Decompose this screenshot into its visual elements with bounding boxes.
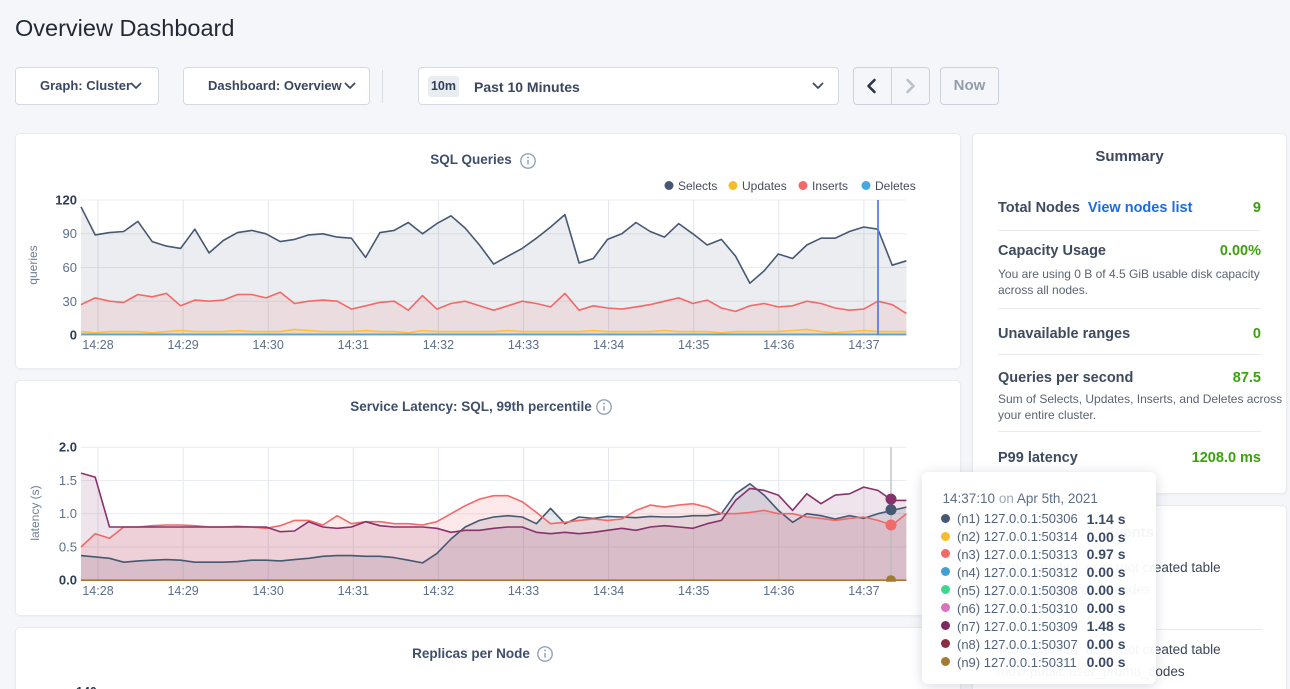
svg-text:14:32: 14:32 <box>423 338 454 352</box>
svg-text:14:31: 14:31 <box>338 584 369 598</box>
svg-text:120: 120 <box>55 193 77 208</box>
svg-text:14:35: 14:35 <box>678 338 709 352</box>
svg-text:14:37: 14:37 <box>848 338 879 352</box>
svg-text:Deletes: Deletes <box>875 179 916 193</box>
svg-text:60: 60 <box>63 260 77 275</box>
svg-text:latency (s): latency (s) <box>28 485 42 540</box>
svg-text:14:36: 14:36 <box>763 338 794 352</box>
svg-text:14:28: 14:28 <box>82 338 113 352</box>
svg-text:14:29: 14:29 <box>167 338 198 352</box>
svg-text:Updates: Updates <box>742 179 787 193</box>
svg-text:queries: queries <box>26 245 40 284</box>
svg-text:Selects: Selects <box>678 179 717 193</box>
svg-text:14:36: 14:36 <box>763 584 794 598</box>
svg-text:30: 30 <box>63 294 77 309</box>
svg-text:14:34: 14:34 <box>593 338 624 352</box>
svg-text:14:30: 14:30 <box>253 338 284 352</box>
svg-text:14:37: 14:37 <box>848 584 879 598</box>
svg-text:0: 0 <box>70 328 77 343</box>
svg-text:14:31: 14:31 <box>338 338 369 352</box>
svg-text:14:28: 14:28 <box>82 584 113 598</box>
svg-text:14:34: 14:34 <box>593 584 624 598</box>
svg-text:0.0: 0.0 <box>59 573 77 588</box>
svg-text:14:35: 14:35 <box>678 584 709 598</box>
svg-text:14:30: 14:30 <box>253 584 284 598</box>
svg-text:14:33: 14:33 <box>508 338 539 352</box>
svg-text:90: 90 <box>63 226 77 241</box>
svg-text:1.0: 1.0 <box>59 506 77 521</box>
svg-text:0.5: 0.5 <box>59 540 77 555</box>
svg-text:14:29: 14:29 <box>167 584 198 598</box>
svg-text:14:32: 14:32 <box>423 584 454 598</box>
svg-text:14:33: 14:33 <box>508 584 539 598</box>
svg-text:Inserts: Inserts <box>812 179 848 193</box>
svg-text:1.5: 1.5 <box>59 473 77 488</box>
svg-text:2.0: 2.0 <box>59 440 77 455</box>
